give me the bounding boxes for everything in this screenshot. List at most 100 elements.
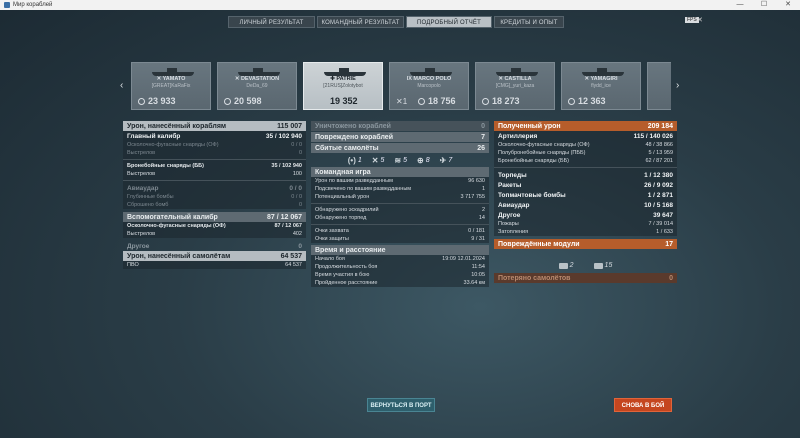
destroyed-ships-header: Уничтожено кораблей 0 bbox=[311, 121, 489, 131]
maximize-button[interactable]: ☐ bbox=[752, 0, 776, 10]
floods-row: Затопления 1 / 633 bbox=[498, 229, 673, 235]
player-name: [21RUS]Zolotybot bbox=[323, 83, 363, 89]
close-window-button[interactable]: ✕ bbox=[776, 0, 800, 10]
squadrons-detected-row: Обнаружено эскадрилий 2 bbox=[315, 207, 485, 213]
capture-points-row: Очки захвата 0 / 181 bbox=[315, 228, 485, 234]
ship-card[interactable]: ✕ YAMAGIRI flydd_ice 12 363 bbox=[561, 62, 641, 110]
ship-damage: 20 598 bbox=[224, 96, 262, 106]
tab-personal-result[interactable]: ЛИЧНЫЙ РЕЗУЛЬТАТ bbox=[228, 16, 315, 28]
rockets-row: Ракеты 26 / 9 092 bbox=[498, 181, 673, 189]
ship-card-selected[interactable]: ✚ PATRIE [21RUS]Zolotybot 19 352 bbox=[303, 62, 383, 110]
received-other-row: Другое 39 647 bbox=[498, 211, 673, 219]
ship-damage: 23 933 bbox=[138, 96, 176, 106]
he-shells-row: Осколочно-фугасные снаряды (ОФ) 0 / 0 bbox=[127, 142, 302, 148]
ship-damage: 18 273 bbox=[482, 96, 520, 106]
aa-row: ПВО 64 537 bbox=[127, 262, 302, 268]
received-he-row: Осколочно-фугасные снаряды (ОФ) 48 / 38 8… bbox=[498, 142, 673, 148]
he-shots-row: Выстрелов 0 bbox=[127, 150, 302, 156]
ship-damage: 19 352 bbox=[330, 96, 358, 106]
damage-received-panel: Полученный урон 209 184 Артиллерия 115 / 1… bbox=[494, 121, 677, 283]
spotted-ships-row: Подсвечено по вашим разведданным 1 bbox=[315, 186, 485, 192]
ship-name: IX MARCO POLO bbox=[406, 76, 452, 82]
ship-kills: ✕1 bbox=[396, 97, 408, 106]
ship-damage: 12 363 bbox=[568, 96, 606, 106]
battle-again-button[interactable]: СНОВА В БОЙ bbox=[614, 398, 672, 412]
return-to-port-button[interactable]: ВЕРНУТЬСЯ В ПОРТ bbox=[367, 398, 435, 412]
received-ap-row: Бронебойные снаряды (ББ) 62 / 87 201 bbox=[498, 158, 673, 164]
team-game-header: Командная игра bbox=[311, 167, 489, 177]
tab-detailed-report[interactable]: ПОДРОБНЫЙ ОТЧЁТ bbox=[406, 16, 492, 28]
other-damage-row: Другое 0 bbox=[127, 242, 302, 250]
ap-shots-row: Выстрелов 100 bbox=[127, 171, 302, 177]
ship-damage-header: Урон, нанесённый кораблям 115 007 bbox=[123, 121, 306, 131]
target-icon bbox=[224, 97, 231, 105]
time-distance-header: Время и расстояние bbox=[311, 245, 489, 255]
ship-card[interactable]: ✕ CASTILLA [CMG]_yuri_kaza 18 273 bbox=[475, 62, 555, 110]
modules-row: 2 15 bbox=[494, 249, 677, 271]
tab-credits-xp[interactable]: КРЕДИТЫ И ОПЫТ bbox=[494, 16, 564, 28]
player-name: Marcopolo bbox=[417, 83, 441, 89]
player-name: [CMG]_yuri_kaza bbox=[495, 83, 535, 89]
result-tabs: ЛИЧНЫЙ РЕЗУЛЬТАТ КОМАНДНЫЙ РЕЗУЛЬТАТ ПОД… bbox=[228, 16, 566, 28]
received-airstrike-row: Авиаудар 10 / 5 168 bbox=[498, 201, 673, 209]
depth-charges-row: Глубинные бомбы 0 / 0 bbox=[127, 194, 302, 200]
secondary-shots-row: Выстрелов 402 bbox=[127, 231, 302, 237]
ship-name: ✕ DEVASTATION bbox=[234, 76, 280, 82]
potential-damage-row: Потенциальный урон 3 717 755 bbox=[315, 194, 485, 200]
target-icon bbox=[418, 97, 425, 105]
secondary-he-row: Осколочно-фугасные снаряды (ОФ) 87 / 12 0… bbox=[127, 223, 302, 229]
main-caliber-row: Главный калибр 35 / 102 940 bbox=[127, 132, 302, 140]
plane-damage-header: Урон, нанесённый самолётам 64 537 bbox=[123, 251, 306, 261]
plane-kill-ribbon-icon: ✕ 5 bbox=[371, 155, 385, 165]
target-icon bbox=[482, 97, 489, 105]
window-title: Мир кораблей bbox=[13, 2, 53, 8]
ship-name: ✕ CASTILLA bbox=[498, 76, 532, 82]
tab-team-result[interactable]: КОМАНДНЫЙ РЕЗУЛЬТАТ bbox=[317, 16, 404, 28]
team-stats-panel: Уничтожено кораблей 0 Повреждено кораблей… bbox=[311, 121, 489, 287]
secondary-header: Вспомогательный калибр 87 / 12 067 bbox=[123, 212, 306, 222]
target-icon bbox=[568, 97, 575, 105]
damaged-ships-header: Повреждено кораблей 7 bbox=[311, 132, 489, 142]
ship-name: ✕ YAMATO bbox=[156, 76, 186, 82]
ship-name: ✕ YAMAGIRI bbox=[584, 76, 618, 82]
time-in-battle-row: Время участия в бою 10:05 bbox=[315, 272, 485, 278]
received-sap-row: Полубронебойные снаряды (ПББ) 5 / 13 959 bbox=[498, 150, 673, 156]
ship-card[interactable]: ✕ YAMATO [GREAT]KaRaFix 23 933 bbox=[131, 62, 211, 110]
received-damage-header: Полученный урон 209 184 bbox=[494, 121, 677, 131]
prev-ship-arrow[interactable]: ‹ bbox=[120, 80, 123, 91]
next-ship-arrow[interactable]: › bbox=[676, 80, 679, 91]
spotting-ribbon-icon: (•) 1 bbox=[347, 155, 362, 165]
lost-planes-header: Потеряно самолётов 0 bbox=[494, 273, 677, 283]
target-icon bbox=[138, 97, 145, 105]
ship-card[interactable]: ✕ DEVASTATION DeDa_69 20 598 bbox=[217, 62, 297, 110]
fires-row: Пожары 7 / 39 014 bbox=[498, 221, 673, 227]
module-turret-icon: 2 bbox=[558, 262, 574, 269]
ship-card[interactable]: IX MARCO POLO Marcopolo ✕1 18 756 bbox=[389, 62, 469, 110]
ap-shells-row: Бронебойные снаряды (ББ) 35 / 102 940 bbox=[127, 163, 302, 169]
minimize-button[interactable]: — bbox=[728, 0, 752, 10]
close-icon[interactable]: ✕ bbox=[697, 16, 703, 24]
battle-start-row: Начало боя 19:09 12.01.2024 bbox=[315, 256, 485, 262]
ship-carousel: ✕ YAMATO [GREAT]KaRaFix 23 933 ✕ DEVASTA… bbox=[131, 62, 671, 110]
airstrike-row: Авиаудар 0 / 0 bbox=[127, 184, 302, 192]
torpedoes-row: Торпеды 1 / 12 380 bbox=[498, 171, 673, 179]
artillery-row: Артиллерия 115 / 140 026 bbox=[498, 132, 673, 140]
downed-planes-header: Сбитые самолёты 26 bbox=[311, 143, 489, 153]
app-icon bbox=[4, 2, 10, 8]
damaged-modules-header: Повреждённые модули 17 bbox=[494, 239, 677, 249]
player-name: DeDa_69 bbox=[246, 83, 268, 89]
spotting-damage-row: Урон по вашим разведданным 96 630 bbox=[315, 178, 485, 184]
window-titlebar: Мир кораблей — ☐ ✕ bbox=[0, 0, 800, 10]
damage-dealt-panel: Урон, нанесённый кораблям 115 007 Главный… bbox=[123, 121, 306, 269]
ship-card-partial[interactable] bbox=[647, 62, 671, 110]
defense-points-row: Очки защиты 9 / 31 bbox=[315, 236, 485, 242]
ribbons-row: (•) 1 ✕ 5 ≋ 5 ⊕ 8 ✈ 7 bbox=[311, 153, 489, 167]
dropped-bombs-row: Сброшено бомб 0 bbox=[127, 202, 302, 208]
player-name: flydd_ice bbox=[591, 83, 611, 89]
secondary-hit-ribbon-icon: ⊕ 8 bbox=[417, 155, 430, 165]
distance-row: Пройденное расстояние 33.64 км bbox=[315, 280, 485, 286]
battle-duration-row: Продолжительность боя 11:54 bbox=[315, 264, 485, 270]
module-secondary-icon: 15 bbox=[593, 262, 612, 269]
mast-bombs-row: Топмачтовые бомбы 1 / 2 871 bbox=[498, 191, 673, 199]
shell-hit-ribbon-icon: ≋ 5 bbox=[394, 155, 408, 165]
